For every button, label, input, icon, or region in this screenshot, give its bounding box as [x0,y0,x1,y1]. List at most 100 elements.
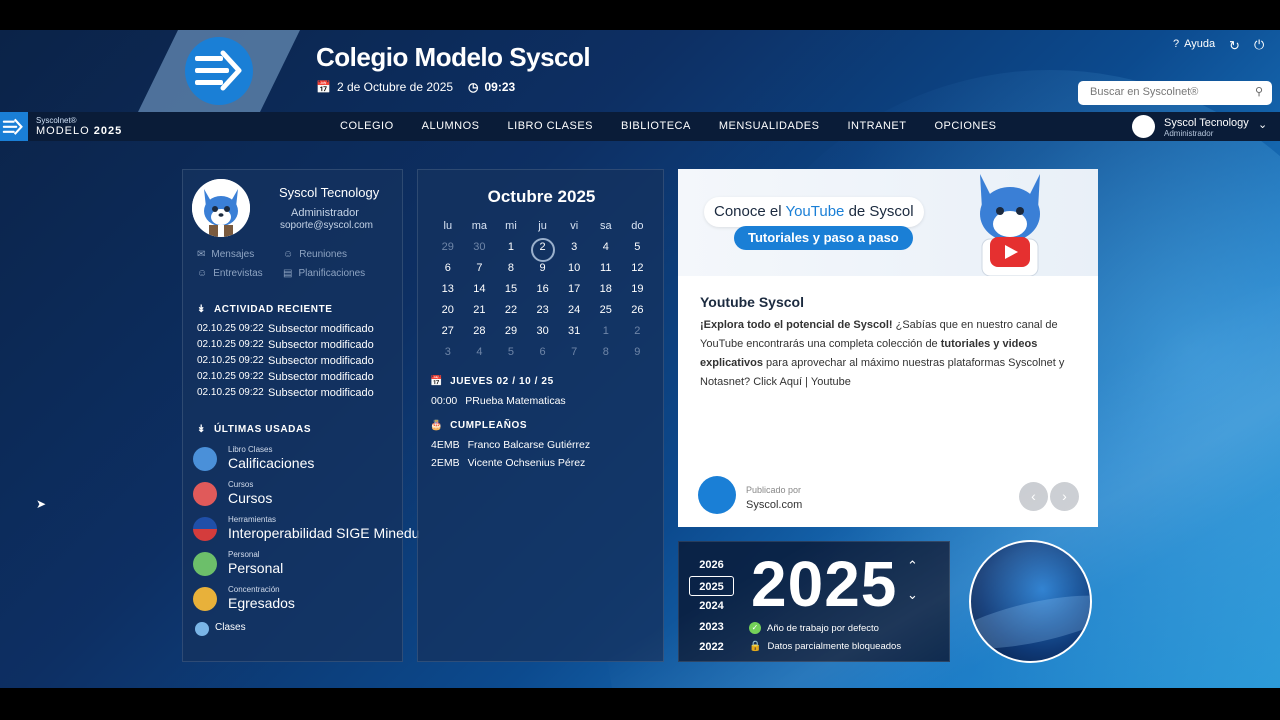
calendar-day[interactable]: 14 [464,283,496,304]
recent-name: Cursos [228,490,273,506]
calendar-day[interactable]: 20 [432,304,464,325]
calendar-day[interactable]: 12 [622,262,654,283]
activity-text: Subsector modificado [268,355,374,367]
nav-item-libro-clases[interactable]: LIBRO CLASES [508,120,593,132]
chevron-up-icon[interactable]: ⌃ [907,558,918,574]
next-arrow-button[interactable]: › [1050,482,1079,511]
calendar-day[interactable]: 11 [590,262,622,283]
activity-text: Subsector modificado [268,339,374,351]
quick-link-planificaciones[interactable]: ▤ Planificaciones [283,268,373,279]
calendar-day-number: 5 [634,241,641,253]
quick-link-reuniones[interactable]: ☺ Reuniones [283,249,373,260]
activity-text: Subsector modificado [268,371,374,383]
calendar-day[interactable]: 26 [622,304,654,325]
nav-logo[interactable] [0,112,28,141]
calendar-icon: 📅 [316,80,331,94]
power-icon[interactable]: ⏻ [1254,37,1264,53]
chevron-down-icon[interactable]: ⌄ [907,587,918,603]
year-option[interactable]: 2022 [689,637,734,658]
calendar-day[interactable]: 2 [622,325,654,346]
classes-icon [195,622,209,636]
help-button[interactable]: ? Ayuda [1173,38,1215,50]
calendar-day[interactable]: 7 [464,262,496,283]
calendar-day[interactable]: 5 [495,346,527,367]
nav-item-alumnos[interactable]: ALUMNOS [422,120,480,132]
calendar-day[interactable]: 6 [527,346,559,367]
user-name[interactable]: Syscol Tecnology [1164,117,1249,129]
calendar-day[interactable]: 3 [558,241,590,262]
calendar-day[interactable]: 28 [464,325,496,346]
user-avatar[interactable] [1132,115,1155,138]
lock-icon: 🔒 [749,641,762,652]
nav-item-biblioteca[interactable]: BIBLIOTECA [621,120,691,132]
calendar-day-today[interactable]: 2 [527,238,559,262]
youtube-card[interactable]: Conoce el YouTube de Syscol Tutoriales y… [678,169,1098,527]
school-title: Colegio Modelo Syscol [316,42,591,72]
calendar-day[interactable]: 25 [590,304,622,325]
time-display: ◷ 09:23 [468,80,515,94]
calendar-day[interactable]: 23 [527,304,559,325]
calendar-day[interactable]: 4 [590,241,622,262]
calendar-day[interactable]: 3 [432,346,464,367]
calendar-day[interactable]: 13 [432,283,464,304]
calendar-day-number: 5 [507,346,515,358]
nav-item-mensualidades[interactable]: MENSUALIDADES [719,120,820,132]
calendar-day[interactable]: 9 [622,346,654,367]
nav-item-intranet[interactable]: INTRANET [847,120,906,132]
nav-item-colegio[interactable]: COLEGIO [340,120,394,132]
calendar-day[interactable]: 30 [464,241,496,262]
calendar-day[interactable]: 29 [495,325,527,346]
search-input[interactable]: Buscar en Syscolnet® ⚲ [1078,81,1272,105]
prev-arrow-button[interactable]: ‹ [1019,482,1048,511]
recent-item-personal[interactable]: Personal Personal [193,550,408,585]
year-option-selected[interactable]: 2025 [689,575,734,596]
profile-name: Syscol Tecnology [279,185,380,200]
calendar-day[interactable]: 7 [558,346,590,367]
refresh-icon[interactable]: ↻ [1229,38,1240,54]
calendar-day[interactable]: 27 [432,325,464,346]
nav-item-opciones[interactable]: OPCIONES [934,120,996,132]
recent-item-clases[interactable]: Clases [193,620,408,640]
calendar-day-number: 31 [568,325,581,337]
calendar-day[interactable]: 16 [527,283,559,304]
calendar-day[interactable]: 19 [622,283,654,304]
calendar-day[interactable]: 30 [527,325,559,346]
chevron-down-icon[interactable]: ⌄ [1258,118,1267,131]
recent-item-cursos[interactable]: Cursos Cursos [193,480,408,515]
calendar-day[interactable]: 9 [527,262,559,283]
calendar-day[interactable]: 22 [495,304,527,325]
year-option[interactable]: 2026 [689,555,734,576]
calendar-day[interactable]: 8 [590,346,622,367]
quick-link-mensajes[interactable]: ✉ Mensajes [197,249,283,260]
calendar-day[interactable]: 8 [495,262,527,283]
calendar-day[interactable]: 31 [558,325,590,346]
calendar-day[interactable]: 17 [558,283,590,304]
calendar-day[interactable]: 15 [495,283,527,304]
event-row[interactable]: 00:00 PRueba Matematicas [431,395,566,407]
calendar-day[interactable]: 1 [495,241,527,262]
event-time: 00:00 [431,395,458,407]
youtube-banner[interactable]: Conoce el YouTube de Syscol Tutoriales y… [678,169,1098,276]
publisher-name: Syscol.com [746,499,803,511]
recent-item-sige[interactable]: Herramientas Interoperabilidad SIGE Mine… [193,515,419,550]
calendar-day[interactable]: 1 [590,325,622,346]
quick-link-label: Planificaciones [298,268,366,279]
calendar-day[interactable]: 5 [622,241,654,262]
calendar-day[interactable]: 6 [432,262,464,283]
calendar-day[interactable]: 24 [558,304,590,325]
quick-link-entrevistas[interactable]: ☺ Entrevistas [197,268,283,279]
recent-item-calificaciones[interactable]: Libro Clases Calificaciones [193,445,408,480]
calendar-day[interactable]: 10 [558,262,590,283]
year-option[interactable]: 2023 [689,617,734,638]
recent-heading[interactable]: ↡ ÚLTIMAS USADAS [197,424,311,435]
calendar-day[interactable]: 18 [590,283,622,304]
calendar-day[interactable]: 29 [432,241,464,262]
calendar-day[interactable]: 21 [464,304,496,325]
syscol-logo[interactable] [185,37,253,105]
activity-heading[interactable]: ↡ ACTIVIDAD RECIENTE [197,304,333,315]
search-icon[interactable]: ⚲ [1255,85,1263,98]
recent-item-egresados[interactable]: Concentración Egresados [193,585,408,620]
calendar-day[interactable]: 4 [464,346,496,367]
calendar-day-number: 28 [473,325,486,337]
year-option[interactable]: 2024 [689,596,734,617]
